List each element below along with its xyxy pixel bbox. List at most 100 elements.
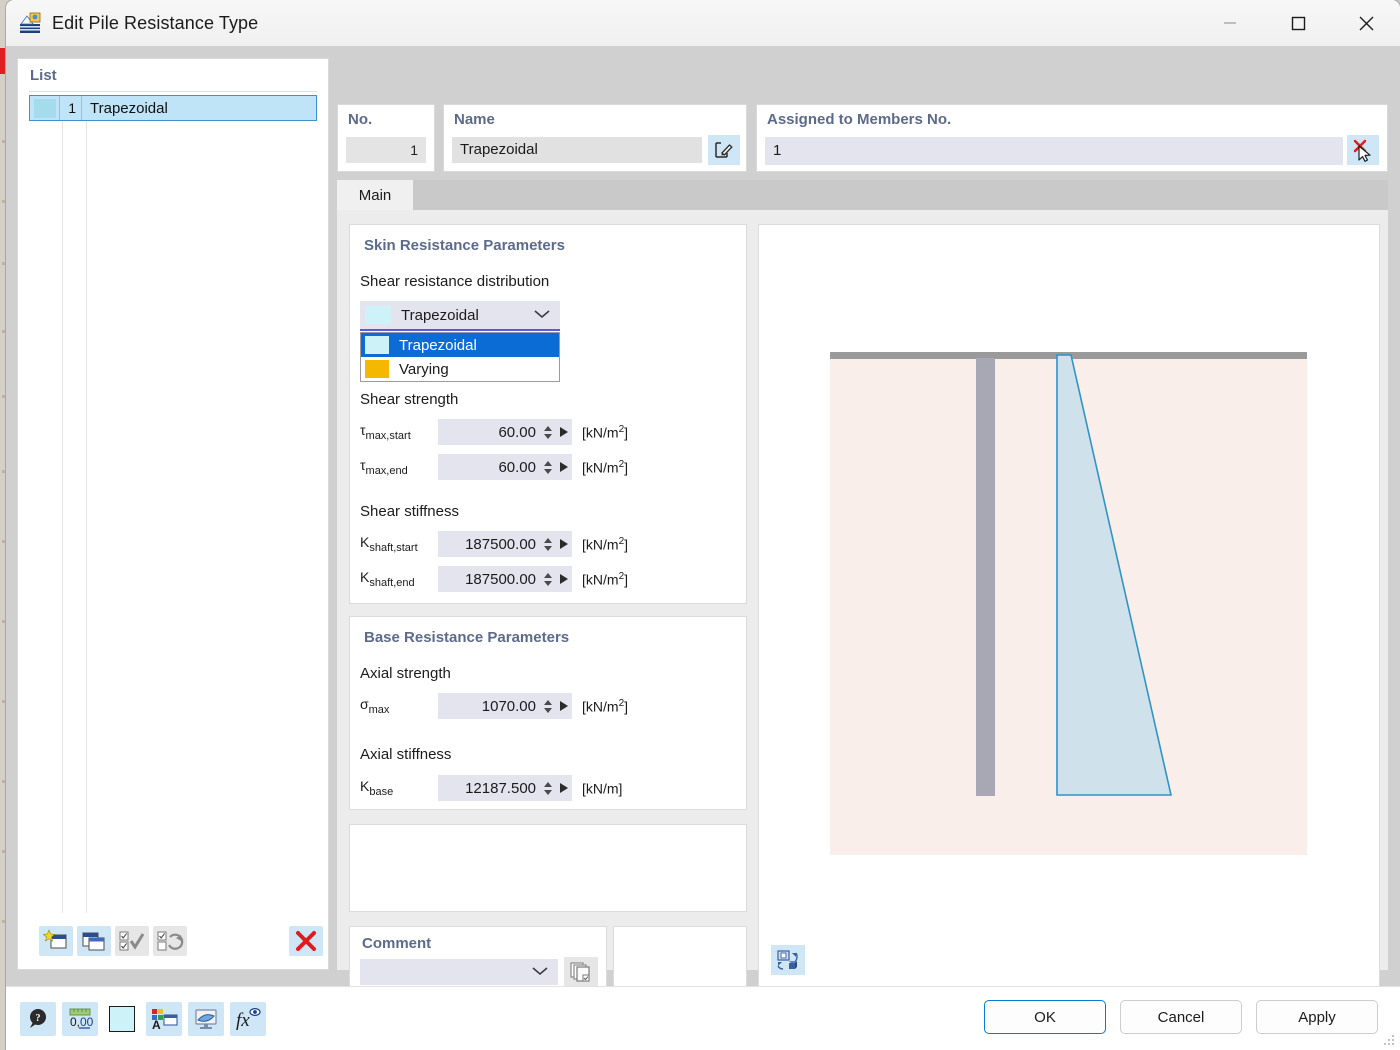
close-button[interactable]: [1332, 0, 1400, 46]
dialog-footer: ? 0, 00: [6, 986, 1400, 1050]
base-resistance-panel: Base Resistance Parameters Axial strengt…: [349, 616, 747, 810]
dialog-body: List 1 Trapezoidal: [6, 46, 1400, 986]
dropdown-option-varying[interactable]: Varying: [361, 357, 559, 381]
sigma-max-input[interactable]: 1070.00: [438, 693, 572, 719]
list-column-separator-2: [86, 121, 87, 913]
shear-strength-group-label: Shear strength: [360, 391, 458, 408]
k-shaft-end-input[interactable]: 187500.00: [438, 566, 572, 592]
color-swatch-icon[interactable]: [104, 1002, 140, 1036]
k-shaft-start-row: Kshaft,start 187500.00 [kN/m2]: [360, 531, 628, 557]
maximize-button[interactable]: [1264, 0, 1332, 46]
assigned-members-input[interactable]: 1: [765, 137, 1343, 165]
spinner-arrows-icon[interactable]: [542, 426, 556, 439]
name-input[interactable]: Trapezoidal: [452, 137, 702, 163]
color-swatch-icon: [34, 99, 56, 118]
edit-name-button[interactable]: [708, 135, 740, 165]
window-controls: [1196, 0, 1400, 46]
list-item[interactable]: 1 Trapezoidal: [29, 95, 317, 121]
k-shaft-start-input[interactable]: 187500.00: [438, 531, 572, 557]
main-content: Skin Resistance Parameters Shear resista…: [337, 210, 1388, 970]
tau-max-end-input[interactable]: 60.00: [438, 454, 572, 480]
apply-button[interactable]: Apply: [1256, 1000, 1378, 1034]
number-value: 1: [346, 137, 426, 163]
footer-buttons: OK Cancel Apply: [984, 1000, 1378, 1034]
comment-templates-button[interactable]: [564, 957, 598, 987]
diagram-panel: [758, 224, 1380, 988]
shear-distribution-swatch-icon: [365, 306, 391, 324]
spinner-arrows-icon[interactable]: [542, 573, 556, 586]
number-panel: No. 1: [337, 104, 435, 172]
spinner-arrows-icon[interactable]: [542, 538, 556, 551]
k-shaft-end-row: Kshaft,end 187500.00 [kN/m2]: [360, 566, 628, 592]
reset-view-button[interactable]: [771, 945, 805, 975]
axial-strength-group-label: Axial strength: [360, 665, 451, 682]
visualization-icon[interactable]: [188, 1002, 224, 1036]
tau-max-end-row: τmax,end 60.00 [kN/m2]: [360, 454, 628, 480]
k-base-input[interactable]: 12187.500: [438, 775, 572, 801]
clear-assignment-button[interactable]: [1347, 135, 1379, 165]
spinner-arrows-icon[interactable]: [542, 461, 556, 474]
tau-max-start-input[interactable]: 60.00: [438, 419, 572, 445]
name-panel: Name Trapezoidal: [443, 104, 747, 172]
expand-arrow-icon[interactable]: [556, 427, 572, 437]
svg-text:fx: fx: [236, 1010, 250, 1031]
invert-selection-button[interactable]: [153, 926, 187, 956]
new-item-button[interactable]: [39, 926, 73, 956]
svg-text:00: 00: [80, 1015, 93, 1029]
expand-arrow-icon[interactable]: [556, 539, 572, 549]
chevron-down-icon: [534, 306, 550, 324]
pile-resistance-diagram: [759, 225, 1379, 987]
base-resistance-title: Base Resistance Parameters: [350, 617, 746, 646]
delete-item-button[interactable]: [289, 926, 323, 956]
tau-max-start-label: τmax,start: [360, 422, 438, 442]
footer-toolbar: ? 0, 00: [20, 1001, 266, 1037]
list-item-label: Trapezoidal: [82, 100, 168, 117]
dropdown-option-trapezoidal[interactable]: Trapezoidal: [361, 333, 559, 357]
tau-max-start-unit: [kN/m2]: [582, 424, 628, 441]
cancel-button[interactable]: Cancel: [1120, 1000, 1242, 1034]
pile-resistance-icon: [18, 11, 42, 35]
skin-resistance-title: Skin Resistance Parameters: [350, 225, 746, 254]
comment-panel: Comment: [349, 926, 607, 988]
k-shaft-start-unit: [kN/m2]: [582, 536, 628, 553]
expand-arrow-icon[interactable]: [556, 574, 572, 584]
shear-distribution-select[interactable]: Trapezoidal: [360, 301, 560, 331]
spinner-arrows-icon[interactable]: [542, 782, 556, 795]
copy-item-button[interactable]: [77, 926, 111, 956]
resize-grip[interactable]: [1382, 1033, 1396, 1047]
shear-distribution-label: Shear resistance distribution: [360, 273, 549, 290]
shear-distribution-value: Trapezoidal: [401, 307, 534, 324]
number-title: No.: [338, 105, 434, 128]
comment-input[interactable]: [360, 959, 558, 985]
svg-text:A: A: [152, 1018, 161, 1031]
display-properties-icon[interactable]: A: [146, 1002, 182, 1036]
k-base-unit: [kN/m]: [582, 780, 622, 797]
list-item-swatch-cell: [30, 96, 60, 120]
pile-shaft: [976, 358, 995, 796]
svg-text:0,: 0,: [70, 1015, 80, 1029]
assigned-members-panel: Assigned to Members No. 1: [756, 104, 1388, 172]
ok-button[interactable]: OK: [984, 1000, 1106, 1034]
list-header-divider: [29, 91, 317, 92]
comment-title: Comment: [350, 927, 606, 952]
tab-main[interactable]: Main: [337, 180, 413, 210]
k-shaft-start-label: Kshaft,start: [360, 534, 438, 554]
minimize-button[interactable]: [1196, 0, 1264, 46]
expand-arrow-icon[interactable]: [556, 462, 572, 472]
k-shaft-end-unit: [kN/m2]: [582, 571, 628, 588]
screen: Edit Pile Resistance Type List: [0, 0, 1400, 1050]
formula-icon[interactable]: fx: [230, 1002, 266, 1036]
k-base-row: Kbase 12187.500 [kN/m]: [360, 775, 622, 801]
empty-panel: [349, 824, 747, 912]
k-base-value: 12187.500: [438, 780, 542, 797]
sigma-max-label: σmax: [360, 696, 438, 716]
title-bar: Edit Pile Resistance Type: [6, 0, 1400, 46]
name-title: Name: [444, 105, 746, 128]
axial-stiffness-group-label: Axial stiffness: [360, 746, 451, 763]
spinner-arrows-icon[interactable]: [542, 700, 556, 713]
select-all-button[interactable]: [115, 926, 149, 956]
help-icon[interactable]: ?: [20, 1002, 56, 1036]
expand-arrow-icon[interactable]: [556, 783, 572, 793]
units-icon[interactable]: 0, 00: [62, 1002, 98, 1036]
expand-arrow-icon[interactable]: [556, 701, 572, 711]
